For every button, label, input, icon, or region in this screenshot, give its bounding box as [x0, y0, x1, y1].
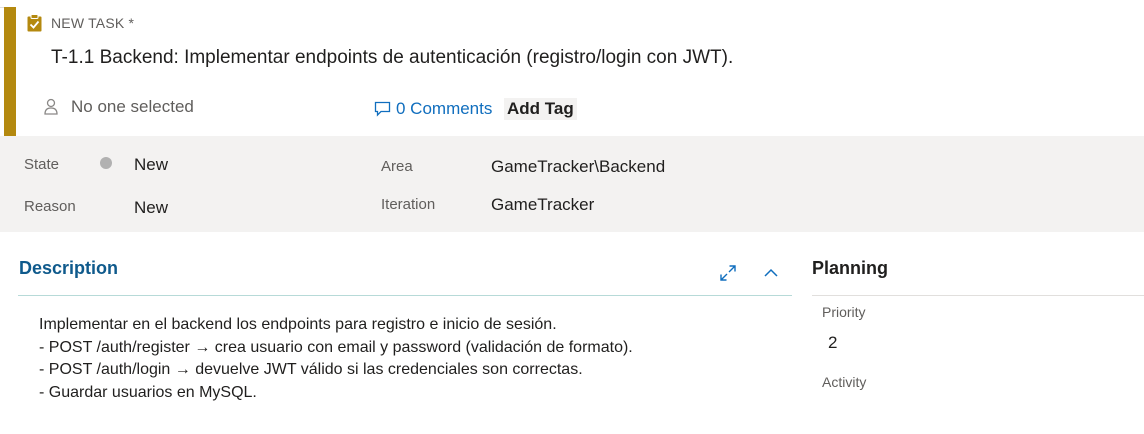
description-line: Implementar en el backend los endpoints …	[39, 316, 557, 333]
comments-count: 0 Comments	[396, 99, 493, 118]
description-editor[interactable]: Implementar en el backend los endpoints …	[39, 314, 779, 404]
state-indicator	[100, 157, 112, 169]
reason-dropdown[interactable]: New	[134, 198, 168, 218]
description-divider	[18, 295, 792, 296]
state-label: State	[24, 156, 60, 173]
priority-label: Priority	[822, 304, 866, 320]
comment-icon	[374, 101, 391, 117]
activity-label: Activity	[822, 374, 867, 390]
reason-label: Reason	[24, 198, 76, 215]
area-label: Area	[381, 158, 413, 175]
work-item-accent-bar	[4, 7, 16, 136]
area-picker[interactable]: GameTracker\Backend	[491, 157, 665, 177]
work-item-type: NEW TASK *	[26, 13, 134, 33]
assigned-to-label: No one selected	[71, 97, 194, 116]
clipboard-check-icon	[26, 14, 43, 32]
state-dropdown[interactable]: New	[134, 155, 168, 175]
add-tag-button[interactable]: Add Tag	[504, 98, 577, 120]
fields-panel: State New Reason New Area GameTracker\Ba…	[0, 136, 1144, 232]
expand-icon[interactable]	[719, 264, 737, 282]
planning-divider	[812, 295, 1144, 296]
work-item-header: NEW TASK * T-1.1 Backend: Implementar en…	[16, 7, 1144, 136]
description-section-title: Description	[19, 258, 119, 278]
description-line: - POST /auth/register → crea usuario con…	[39, 338, 633, 356]
iteration-label: Iteration	[381, 196, 436, 213]
work-item-title[interactable]: T-1.1 Backend: Implementar endpoints de …	[51, 47, 733, 69]
person-icon	[43, 98, 59, 116]
priority-dropdown[interactable]: 2	[828, 333, 837, 353]
planning-section-title: Planning	[812, 258, 888, 278]
chevron-up-icon[interactable]	[763, 266, 779, 280]
iteration-picker[interactable]: GameTracker	[491, 195, 594, 215]
description-line: - POST /auth/login → devuelve JWT válido…	[39, 361, 583, 378]
work-item-type-label: NEW TASK *	[51, 15, 135, 31]
assigned-to-picker[interactable]: No one selected	[43, 97, 194, 117]
description-line: - Guardar usuarios en MySQL.	[39, 383, 257, 401]
comments-link[interactable]: 0 Comments	[374, 99, 492, 119]
